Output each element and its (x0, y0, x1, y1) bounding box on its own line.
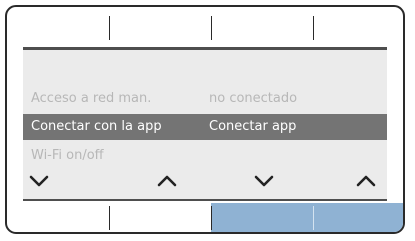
top-softkey-4[interactable] (313, 7, 403, 47)
chevron-down-icon[interactable] (254, 174, 274, 188)
bottom-softkey-bar (7, 203, 403, 232)
divider (109, 206, 110, 230)
display-screen: Acceso a red man. no conectado Conectar … (23, 47, 387, 201)
chevron-down-icon[interactable] (29, 174, 49, 188)
bottom-softkey-4[interactable] (313, 203, 403, 232)
bottom-softkey-3[interactable] (211, 203, 313, 232)
bottom-softkey-2[interactable] (109, 203, 211, 232)
divider (313, 206, 314, 230)
menu-row-label: Wi-Fi on/off (31, 148, 104, 163)
menu-row-wifi-toggle[interactable]: Wi-Fi on/off (23, 143, 387, 169)
thermostat-device: Acceso a red man. no conectado Conectar … (5, 5, 405, 234)
chevron-up-icon[interactable] (157, 174, 177, 188)
menu-row-action: Conectar app (209, 119, 297, 134)
top-softkey-3[interactable] (211, 7, 313, 47)
bottom-softkey-1[interactable] (7, 203, 109, 232)
divider (313, 16, 314, 40)
top-softkey-1[interactable] (7, 7, 109, 47)
menu-row-connect-app[interactable]: Conectar con la app Conectar app (23, 114, 387, 140)
top-softkey-bar (7, 7, 403, 47)
chevron-up-icon[interactable] (356, 174, 376, 188)
top-softkey-2[interactable] (109, 7, 211, 47)
menu-row-label: Conectar con la app (31, 119, 162, 134)
divider (109, 16, 110, 40)
divider (211, 206, 212, 230)
menu-row-manual-network[interactable]: Acceso a red man. no conectado (23, 86, 387, 112)
menu-row-label: Acceso a red man. (31, 91, 152, 106)
menu-row-status: no conectado (209, 91, 298, 106)
divider (211, 16, 212, 40)
